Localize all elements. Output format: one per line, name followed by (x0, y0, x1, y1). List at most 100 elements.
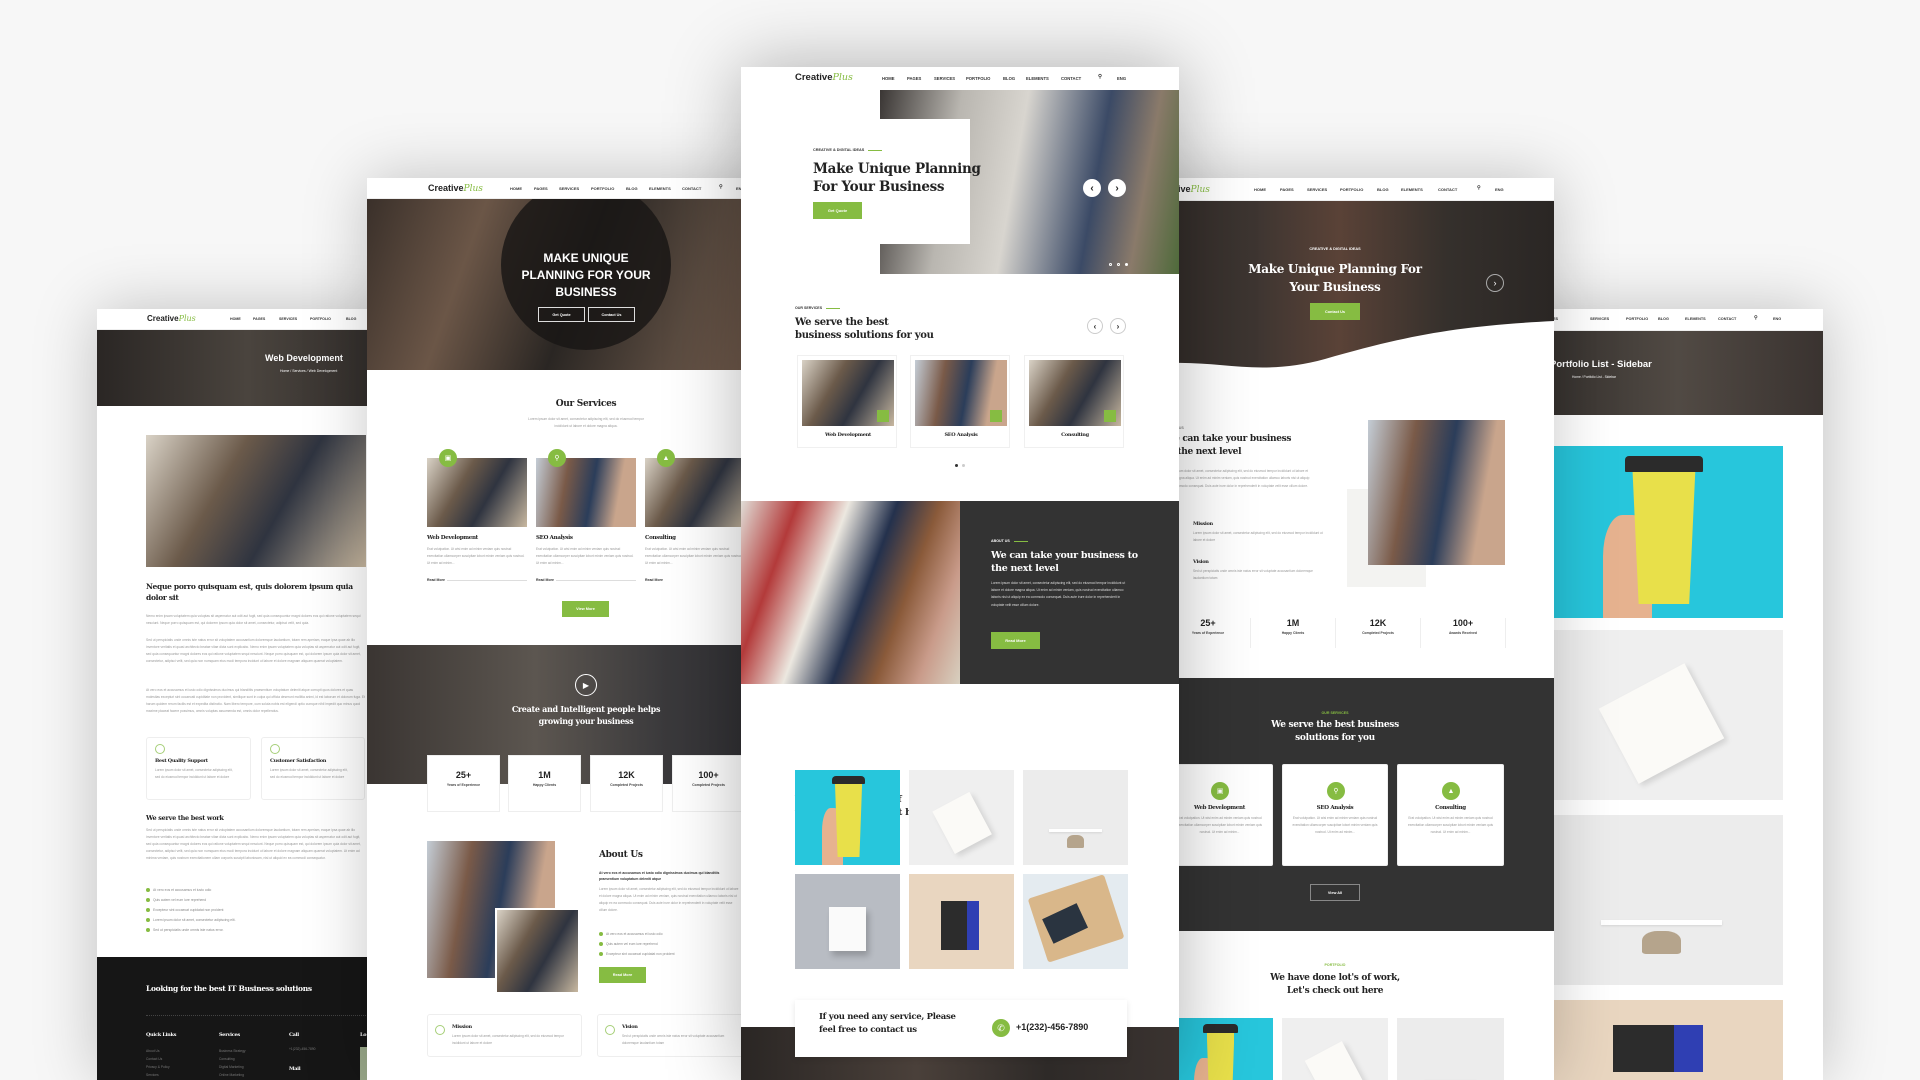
portfolio-item-laptop[interactable] (1023, 874, 1128, 969)
portfolio-item-notebook[interactable] (1540, 1000, 1783, 1080)
nav-portfolio[interactable]: PORTFOLIO (310, 317, 331, 321)
search-icon[interactable]: ⚲ (1098, 74, 1102, 80)
read-more-link[interactable]: Read More (427, 578, 445, 582)
language-selector[interactable]: ENG (1117, 76, 1126, 81)
logo[interactable]: CreativePlus (428, 183, 483, 194)
slider-prev-arrow[interactable]: ‹ (1083, 179, 1101, 197)
bullet-list: At vero eos et accusamus et iusto odio Q… (146, 885, 236, 935)
nav-contact[interactable]: CONTACT (1438, 187, 1457, 192)
search-icon[interactable]: ⚲ (719, 184, 723, 190)
portfolio-item-notebook[interactable] (909, 874, 1014, 969)
portfolio-item-coffee-cup[interactable] (795, 770, 900, 865)
view-more-button[interactable]: View More (562, 601, 609, 617)
nav-portfolio[interactable]: PORTFOLIO (591, 186, 614, 191)
logo[interactable]: CreativePlus (147, 314, 196, 323)
bullet-icon (146, 888, 150, 893)
footer-link[interactable]: Digital Marketing (219, 1063, 246, 1071)
portfolio-item-tote-bag-gray[interactable] (795, 874, 900, 969)
nav-blog[interactable]: BLOG (1658, 317, 1669, 321)
nav-pages[interactable]: PAGES (253, 317, 265, 321)
footer-link[interactable]: Business Strategy (219, 1047, 246, 1055)
get-quote-button[interactable]: Get Quote (538, 307, 585, 322)
footer-link[interactable]: About Us (146, 1047, 170, 1055)
nav-services[interactable]: SERVICES (279, 317, 297, 321)
search-icon[interactable]: ⚲ (1477, 185, 1481, 191)
nav-elements[interactable]: ELEMENTS (1685, 317, 1706, 321)
nav-pages[interactable]: PAGES (534, 186, 548, 191)
get-quote-button[interactable]: Get Quote (813, 202, 862, 219)
service-card[interactable]: ⚲ SEO Analysis Erat volutpation. Ut wisi… (1282, 764, 1388, 866)
nav-contact[interactable]: CONTACT (1061, 76, 1081, 81)
stat-label: Years of Experience (446, 783, 481, 787)
nav-home[interactable]: HOME (882, 76, 895, 81)
service-card[interactable]: ▲ Consulting Erat volutpation. Ut wisi e… (1397, 764, 1504, 866)
services-next-arrow[interactable]: › (1110, 318, 1126, 334)
logo[interactable]: CreativePlus (795, 72, 853, 83)
pager-dot-active[interactable] (955, 464, 958, 467)
nav-portfolio[interactable]: PORTFOLIO (1340, 187, 1363, 192)
nav-services[interactable]: SERVICES (1307, 187, 1327, 192)
service-card[interactable]: Web Development (797, 355, 897, 448)
stat-label: Completed Projects (610, 783, 643, 787)
nav-home[interactable]: HOME (1254, 187, 1266, 192)
portfolio-item-coffee-cup[interactable] (1166, 1018, 1273, 1080)
search-icon[interactable]: ⚲ (1754, 315, 1758, 321)
portfolio-item-workspace[interactable] (1540, 815, 1783, 985)
nav-home[interactable]: HOME (230, 317, 241, 321)
nav-elements[interactable]: ELEMENTS (649, 186, 671, 191)
contact-us-button[interactable]: Contact Us (588, 307, 635, 322)
nav-pages[interactable]: PAGES (1280, 187, 1294, 192)
nav-contact[interactable]: CONTACT (1718, 317, 1736, 321)
nav-blog[interactable]: BLOG (1003, 76, 1015, 81)
breadcrumb[interactable]: Home / Portfolio List - Sidebar (1572, 375, 1616, 379)
nav-elements[interactable]: ELEMENTS (1401, 187, 1423, 192)
read-more-link[interactable]: Read More (536, 578, 554, 582)
services-prev-arrow[interactable]: ‹ (1087, 318, 1103, 334)
read-more-button[interactable]: Read More (599, 967, 646, 983)
view-all-button[interactable]: View All (1310, 884, 1360, 901)
footer-link[interactable]: Services (146, 1071, 170, 1079)
pager-dot[interactable] (962, 464, 965, 467)
about-photo (1368, 420, 1505, 565)
footer-link[interactable]: Privacy & Policy (146, 1063, 170, 1071)
nav-services[interactable]: SERVICES (559, 186, 579, 191)
nav-home[interactable]: HOME (510, 186, 522, 191)
language-selector[interactable]: ENG (1773, 317, 1781, 321)
breadcrumb[interactable]: Home / Services / Web Development (280, 369, 337, 373)
nav-services[interactable]: SERVICES (934, 76, 955, 81)
slider-dot-active[interactable] (1125, 263, 1128, 266)
nav-contact[interactable]: CONTACT (682, 186, 701, 191)
slider-dot[interactable] (1109, 263, 1112, 266)
read-more-button[interactable]: Read More (991, 632, 1040, 649)
stat-value: 1M (538, 770, 551, 780)
read-more-link[interactable]: Read More (645, 578, 663, 582)
play-video-button[interactable]: ▶ (575, 674, 597, 696)
slider-next-arrow[interactable]: › (1108, 179, 1126, 197)
portfolio-item-workspace[interactable] (1023, 770, 1128, 865)
phone-number[interactable]: +1(232)-456-7890 (1016, 1022, 1088, 1032)
nav-services[interactable]: SERVICES (1590, 317, 1609, 321)
nav-blog[interactable]: BLOG (346, 317, 356, 321)
portfolio-item-tote-bag[interactable] (1282, 1018, 1388, 1080)
slider-next-arrow[interactable]: › (1486, 274, 1504, 292)
nav-blog[interactable]: BLOG (1377, 187, 1389, 192)
slider-dot[interactable] (1117, 263, 1120, 266)
nav-portfolio[interactable]: PORTFOLIO (1626, 317, 1648, 321)
portfolio-item-workspace[interactable] (1397, 1018, 1504, 1080)
language-selector[interactable]: ENG (1495, 187, 1504, 192)
service-card[interactable]: ▣ Web Development Erat volutpation. Ut w… (1166, 764, 1273, 866)
footer-link[interactable]: Online Marketing (219, 1071, 246, 1079)
portfolio-item-tote-bag[interactable] (909, 770, 1014, 865)
nav-pages[interactable]: PAGES (907, 76, 921, 81)
service-card[interactable]: SEO Analysis (910, 355, 1010, 448)
nav-elements[interactable]: ELEMENTS (1026, 76, 1049, 81)
service-card[interactable]: Consulting (1024, 355, 1124, 448)
portfolio-item-coffee-cup[interactable] (1540, 446, 1783, 618)
contact-us-button[interactable]: Contact Us (1310, 303, 1360, 320)
footer-link[interactable]: Consulting (219, 1055, 246, 1063)
footer-link[interactable]: Contact Us (146, 1055, 170, 1063)
footer-phone[interactable]: +1(232)-456-7890 (289, 1047, 316, 1051)
nav-blog[interactable]: BLOG (626, 186, 638, 191)
portfolio-item-tote-bag[interactable] (1540, 630, 1783, 800)
nav-portfolio[interactable]: PORTFOLIO (966, 76, 990, 81)
